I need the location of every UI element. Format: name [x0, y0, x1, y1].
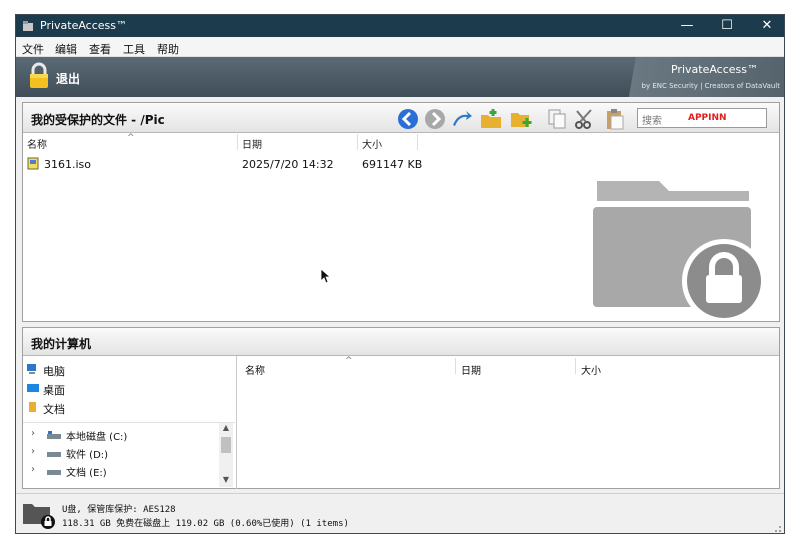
scrollbar-thumb[interactable]: [221, 437, 231, 453]
drive-label: 本地磁盘 (C:): [66, 432, 128, 443]
header-band: 退出 PrivateAccess™ by ENC Security | Crea…: [16, 57, 784, 97]
computer-panel-title: 我的计算机: [31, 337, 92, 351]
expand-chevron-icon[interactable]: ›: [31, 464, 35, 475]
sort-ascending-icon: ^: [127, 133, 135, 143]
column-separator[interactable]: [455, 358, 456, 374]
menu-help[interactable]: 帮助: [157, 41, 179, 57]
column-separator[interactable]: [575, 358, 576, 374]
locked-folder-watermark-icon: [593, 181, 766, 321]
column-separator[interactable]: [417, 134, 418, 150]
copy-icon[interactable]: [545, 107, 569, 131]
paste-icon[interactable]: [603, 107, 627, 131]
vault-panel: 我的受保护的文件 - /Pic 搜索 APPINN ^ 名称 日期 大小 316…: [22, 102, 780, 322]
exit-button[interactable]: 退出: [56, 70, 80, 87]
column-separator[interactable]: [357, 134, 358, 150]
tree-item-label: 桌面: [43, 384, 65, 397]
brand-name: PrivateAccess™: [670, 63, 758, 76]
scroll-down-icon[interactable]: ▼: [219, 475, 233, 487]
back-icon[interactable]: [396, 107, 420, 131]
column-size-header[interactable]: 大小: [581, 362, 601, 377]
minimize-button[interactable]: —: [667, 16, 707, 36]
sort-ascending-icon: ^: [345, 356, 353, 366]
tree-item-label: 电脑: [43, 365, 65, 378]
status-line-space: 118.31 GB 免费在磁盘上 119.02 GB (0.60%已使用) (1…: [62, 519, 349, 529]
iso-file-icon: [27, 157, 39, 170]
documents-icon: [29, 402, 36, 412]
title-bar: PrivateAccess™ — ☐ ✕: [16, 15, 784, 37]
file-size: 691147 KB: [362, 158, 423, 171]
scroll-up-icon[interactable]: ▲: [219, 423, 233, 435]
expand-chevron-icon[interactable]: ›: [31, 446, 35, 457]
computer-icon: [27, 364, 36, 374]
padlock-icon[interactable]: [28, 62, 50, 90]
column-date-header[interactable]: 日期: [242, 136, 262, 151]
drive-icon: [47, 470, 61, 475]
expand-chevron-icon[interactable]: ›: [31, 428, 35, 439]
menu-tools[interactable]: 工具: [123, 41, 145, 57]
forward-icon[interactable]: [423, 107, 447, 131]
drive-list-scrollbar[interactable]: ▲ ▼: [219, 423, 233, 487]
add-folder-icon[interactable]: [509, 107, 533, 131]
brand-subtitle: by ENC Security | Creators of DataVault: [641, 82, 780, 90]
drive-label: 文档 (E:): [66, 468, 107, 479]
drive-label: 软件 (D:): [66, 450, 109, 461]
search-box[interactable]: 搜索 APPINN: [637, 108, 767, 128]
file-date: 2025/7/20 14:32: [242, 158, 334, 171]
column-size-header[interactable]: 大小: [362, 136, 382, 151]
add-files-icon[interactable]: [479, 107, 503, 131]
column-name-header[interactable]: 名称: [27, 136, 47, 151]
up-folder-icon[interactable]: [450, 107, 474, 131]
file-name: 3161.iso: [44, 158, 92, 171]
tree-item-label: 文档: [43, 403, 65, 416]
status-line-protection: U盘, 保管库保护: AES128: [62, 505, 176, 515]
desktop-icon: [27, 384, 39, 392]
vault-panel-header: 我的受保护的文件 - /Pic 搜索 APPINN: [23, 103, 779, 133]
computer-panel: 我的计算机 电脑 桌面 文档 › 本地磁盘 (C:) › 软件 (D:) › 文…: [22, 327, 780, 489]
status-bar: U盘, 保管库保护: AES128 118.31 GB 免费在磁盘上 119.0…: [16, 493, 784, 533]
resize-grip-icon[interactable]: [772, 523, 782, 533]
vault-panel-title: 我的受保护的文件 - /Pic: [31, 113, 165, 127]
drive-list: › 本地磁盘 (C:) › 软件 (D:) › 文档 (E:) ▲ ▼: [23, 422, 235, 488]
file-row[interactable]: 3161.iso 2025/7/20 14:32 691147 KB: [23, 155, 443, 173]
system-drive-icon: [47, 431, 61, 439]
locked-drive-icon: [23, 504, 55, 529]
column-name-header[interactable]: 名称: [245, 362, 265, 377]
cut-icon[interactable]: [573, 107, 597, 131]
watermark-text: APPINN: [688, 113, 727, 123]
drive-icon: [47, 452, 61, 457]
search-placeholder: 搜索: [642, 116, 662, 127]
maximize-button[interactable]: ☐: [707, 16, 747, 36]
computer-panel-header: 我的计算机: [23, 328, 779, 356]
folder-tree: 电脑 桌面 文档 › 本地磁盘 (C:) › 软件 (D:) › 文档 (E:)…: [23, 356, 237, 489]
window-title: PrivateAccess™: [40, 19, 128, 32]
app-logo-icon: [23, 21, 33, 31]
column-date-header[interactable]: 日期: [461, 362, 481, 377]
mouse-pointer-icon: [320, 268, 332, 284]
brand-area: PrivateAccess™ by ENC Security | Creator…: [626, 57, 784, 97]
close-button[interactable]: ✕: [747, 16, 784, 36]
menu-bar: 文件 编辑 查看 工具 帮助: [16, 37, 784, 57]
menu-file[interactable]: 文件: [22, 41, 44, 57]
menu-edit[interactable]: 编辑: [55, 41, 77, 57]
column-separator[interactable]: [237, 134, 238, 150]
menu-view[interactable]: 查看: [89, 41, 111, 57]
app-window: PrivateAccess™ — ☐ ✕ 文件 编辑 查看 工具 帮助 退出 P…: [15, 14, 785, 534]
